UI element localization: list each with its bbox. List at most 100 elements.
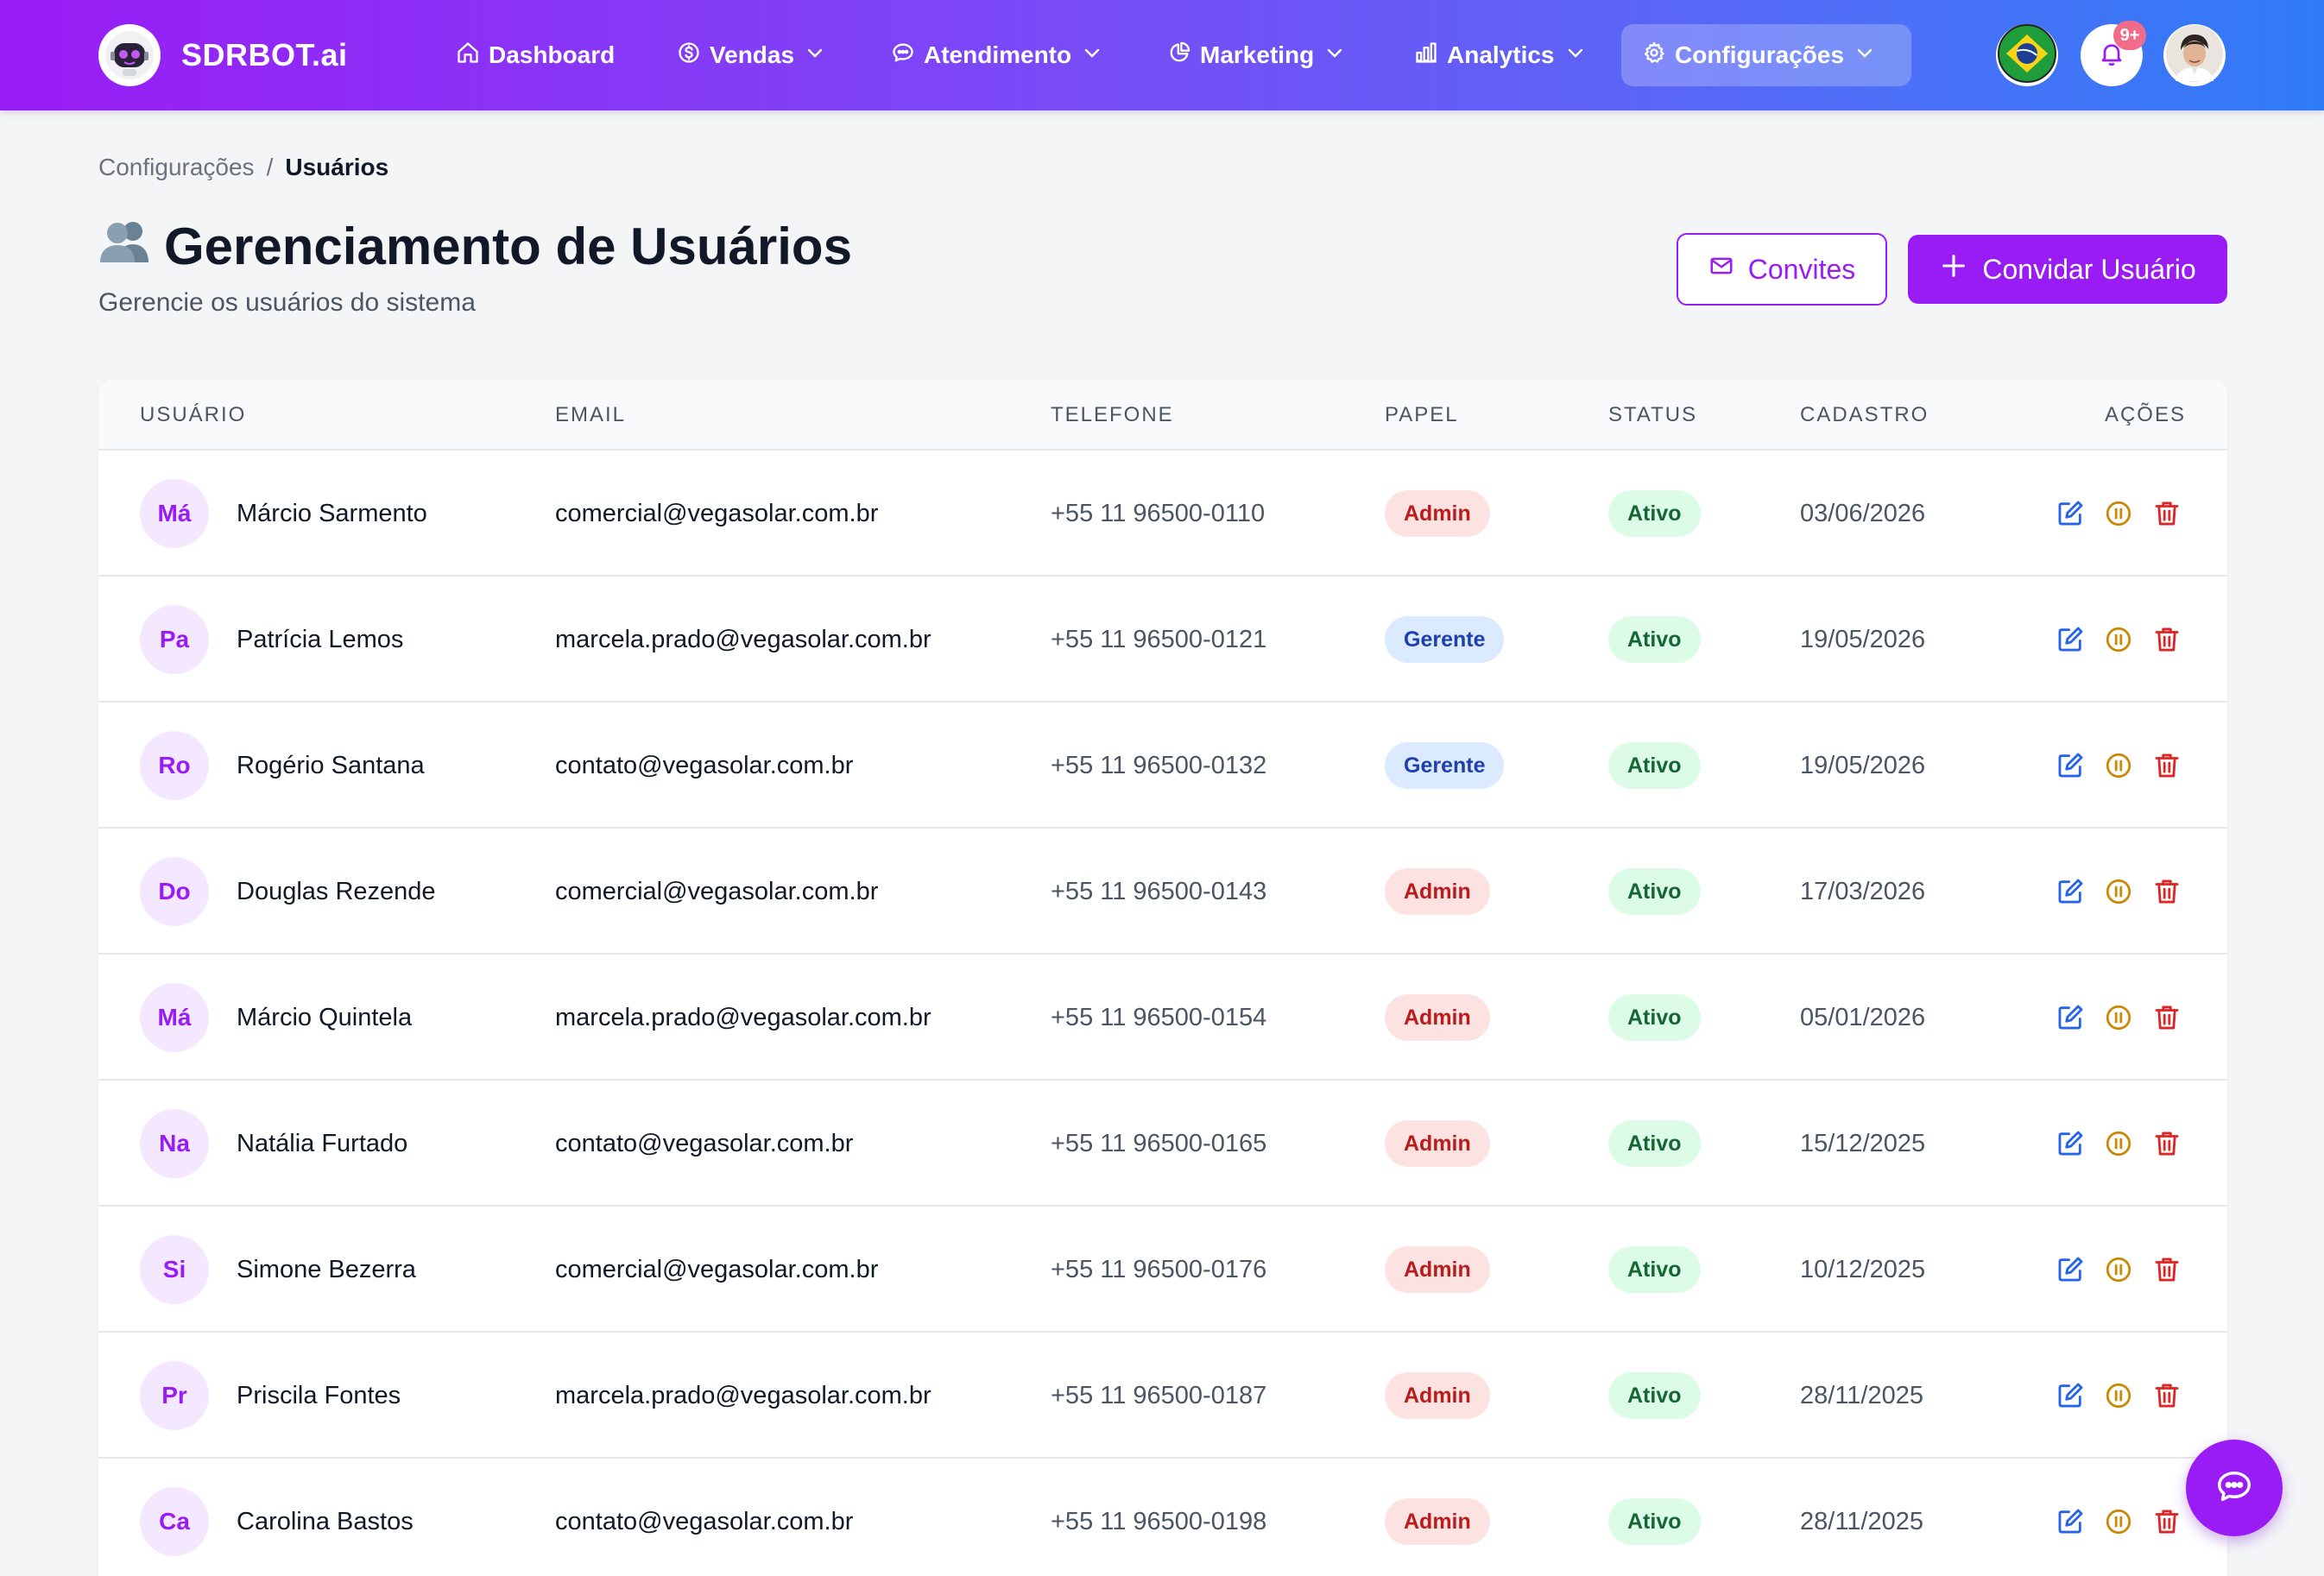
- nav-marketing-label: Marketing: [1200, 41, 1315, 68]
- column-header-actions: AÇÕES: [2104, 403, 2186, 426]
- edit-icon[interactable]: [2053, 1000, 2087, 1035]
- language-selector[interactable]: [1996, 23, 2058, 86]
- edit-icon[interactable]: [2053, 1252, 2087, 1287]
- status-badge: Ativo: [1608, 994, 1701, 1041]
- user-name: Rogério Santana: [237, 751, 425, 779]
- nav-vendas[interactable]: Vendas: [656, 24, 846, 86]
- brand-name: SDRBOT.ai: [181, 37, 348, 72]
- user-name: Douglas Rezende: [237, 877, 436, 905]
- breadcrumb-parent[interactable]: Configurações: [98, 154, 255, 180]
- user-phone: +55 11 96500-0198: [1051, 1507, 1267, 1535]
- role-cell: Admin: [1385, 1459, 1490, 1576]
- nav-dashboard[interactable]: Dashboard: [435, 24, 635, 86]
- user-phone: +55 11 96500-0132: [1051, 751, 1267, 779]
- chevron-down-icon: [1082, 41, 1102, 69]
- notifications-button[interactable]: 9+: [2081, 21, 2146, 86]
- pause-icon[interactable]: [2101, 748, 2136, 783]
- edit-icon[interactable]: [2053, 874, 2087, 909]
- status-cell: Ativo: [1608, 703, 1701, 829]
- role-cell: Admin: [1385, 829, 1490, 955]
- trash-icon[interactable]: [2150, 496, 2184, 531]
- pause-icon[interactable]: [2101, 1126, 2136, 1161]
- status-badge: Ativo: [1608, 1120, 1701, 1167]
- column-header-created: CADASTRO: [1800, 403, 1929, 426]
- status-badge: Ativo: [1608, 616, 1701, 663]
- user-initials-avatar: Do: [140, 857, 209, 926]
- trash-icon[interactable]: [2150, 1378, 2184, 1413]
- user-cell: Pa Patrícia Lemos: [140, 577, 403, 703]
- role-badge: Admin: [1385, 1372, 1490, 1419]
- user-avatar[interactable]: [2163, 24, 2226, 86]
- nav-dashboard-label: Dashboard: [489, 41, 616, 68]
- trash-icon[interactable]: [2150, 1252, 2184, 1287]
- edit-icon[interactable]: [2053, 622, 2087, 657]
- table-row: Na Natália Furtado contato@vegasolar.com.b…: [98, 1081, 2227, 1207]
- chat-widget-button[interactable]: [2186, 1440, 2283, 1536]
- edit-icon[interactable]: [2053, 748, 2087, 783]
- edit-icon[interactable]: [2053, 1378, 2087, 1413]
- status-cell: Ativo: [1608, 1459, 1701, 1576]
- brand[interactable]: SDRBOT.ai: [98, 24, 348, 86]
- nav-atendimento[interactable]: Atendimento: [870, 24, 1123, 86]
- nav-analytics-label: Analytics: [1447, 41, 1555, 68]
- edit-icon[interactable]: [2053, 1126, 2087, 1161]
- chevron-down-icon: [1565, 41, 1586, 69]
- edit-icon[interactable]: [2053, 1504, 2087, 1539]
- mail-icon: [1708, 253, 1748, 286]
- nav-configuracoes-label: Configurações: [1675, 41, 1845, 68]
- user-created-date: 05/01/2026: [1800, 1003, 1926, 1031]
- nav-atendimento-label: Atendimento: [924, 41, 1072, 68]
- status-cell: Ativo: [1608, 829, 1701, 955]
- pause-icon[interactable]: [2101, 874, 2136, 909]
- status-cell: Ativo: [1608, 577, 1701, 703]
- dollar-icon: [677, 41, 701, 71]
- user-cell: Pr Priscila Fontes: [140, 1333, 401, 1459]
- role-cell: Gerente: [1385, 703, 1505, 829]
- pause-icon[interactable]: [2101, 622, 2136, 657]
- user-initials-avatar: Pr: [140, 1361, 209, 1430]
- column-header-role: PAPEL: [1385, 403, 1459, 426]
- table-header: USUÁRIO EMAIL TELEFONE PAPEL STATUS CADA…: [98, 380, 2227, 451]
- nav-marketing[interactable]: Marketing: [1146, 24, 1366, 86]
- pause-icon[interactable]: [2101, 1000, 2136, 1035]
- pause-icon[interactable]: [2101, 496, 2136, 531]
- trash-icon[interactable]: [2150, 1504, 2184, 1539]
- trash-icon[interactable]: [2150, 1000, 2184, 1035]
- pause-icon[interactable]: [2101, 1504, 2136, 1539]
- role-badge: Admin: [1385, 1120, 1490, 1167]
- edit-icon[interactable]: [2053, 496, 2087, 531]
- user-created-date: 19/05/2026: [1800, 625, 1926, 653]
- pause-icon[interactable]: [2101, 1252, 2136, 1287]
- user-initials-avatar: Má: [140, 983, 209, 1052]
- user-created-date: 10/12/2025: [1800, 1255, 1926, 1283]
- trash-icon[interactable]: [2150, 874, 2184, 909]
- nav-configuracoes[interactable]: Configurações: [1621, 24, 1911, 86]
- users-group-icon: [98, 216, 152, 276]
- role-badge: Admin: [1385, 994, 1490, 1041]
- trash-icon[interactable]: [2150, 748, 2184, 783]
- row-actions: [2053, 1459, 2184, 1576]
- nav-analytics[interactable]: Analytics: [1393, 24, 1607, 86]
- trash-icon[interactable]: [2150, 1126, 2184, 1161]
- invite-user-button[interactable]: Convidar Usuário: [1908, 235, 2227, 304]
- nav-vendas-label: Vendas: [710, 41, 795, 68]
- page-subtitle: Gerencie os usuários do sistema: [98, 288, 476, 317]
- role-badge: Gerente: [1385, 742, 1505, 789]
- pause-icon[interactable]: [2101, 1378, 2136, 1413]
- invites-button[interactable]: Convites: [1677, 233, 1887, 306]
- table-row: Ro Rogério Santana contato@vegasolar.com.b…: [98, 703, 2227, 829]
- user-created-date: 28/11/2025: [1800, 1381, 1923, 1409]
- user-name: Priscila Fontes: [237, 1381, 401, 1409]
- column-header-email: EMAIL: [555, 403, 627, 426]
- status-cell: Ativo: [1608, 1081, 1701, 1207]
- user-created-date: 17/03/2026: [1800, 877, 1926, 905]
- table-row: Si Simone Bezerra comercial@vegasolar.com.…: [98, 1207, 2227, 1333]
- user-email: contato@vegasolar.com.br: [555, 751, 854, 779]
- row-actions: [2053, 1333, 2184, 1459]
- user-created-date: 28/11/2025: [1800, 1507, 1923, 1535]
- user-name: Natália Furtado: [237, 1129, 408, 1157]
- role-badge: Admin: [1385, 490, 1490, 537]
- page-title: Gerenciamento de Usuários: [98, 216, 852, 276]
- user-initials-avatar: Ro: [140, 731, 209, 800]
- trash-icon[interactable]: [2150, 622, 2184, 657]
